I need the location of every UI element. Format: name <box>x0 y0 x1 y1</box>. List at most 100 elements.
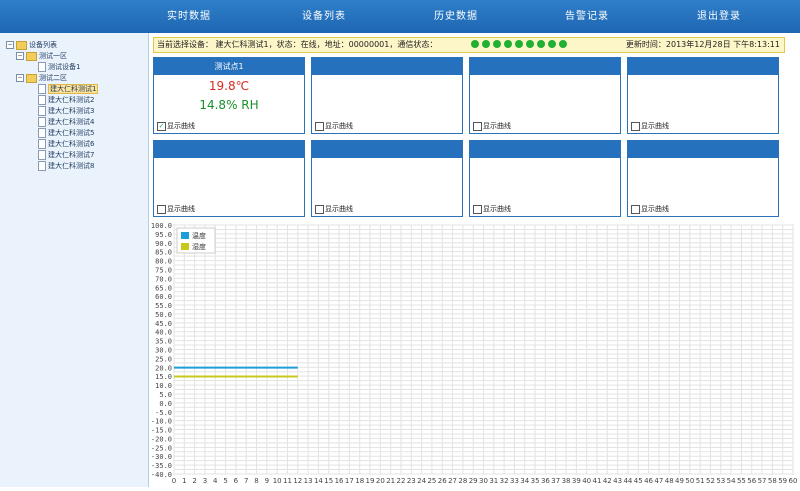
x-tick-label: 59 <box>778 477 787 485</box>
x-tick-label: 28 <box>458 477 467 485</box>
show-curve-checkbox[interactable] <box>631 121 640 131</box>
tree-device-zone1-1[interactable]: 测试设备1 <box>38 62 80 73</box>
x-tick-label: 42 <box>603 477 612 485</box>
y-tick-label: 30.0 <box>155 347 172 355</box>
show-curve-toggle[interactable]: 显示曲线 <box>473 204 511 214</box>
legend-swatch <box>181 243 189 250</box>
document-icon <box>38 62 46 72</box>
tree-device-zone2-4[interactable]: 建大仁科测试4 <box>38 117 94 128</box>
show-curve-label: 显示曲线 <box>167 122 195 130</box>
document-icon <box>38 161 46 171</box>
show-curve-checkbox[interactable] <box>631 204 640 214</box>
sensor-card-title <box>312 141 462 158</box>
tree-root-label: 设备列表 <box>29 41 57 49</box>
tree-device-zone2-8[interactable]: 建大仁科测试8 <box>38 161 94 172</box>
tree-device-zone2-1[interactable]: 建大仁科测试1 <box>38 84 99 95</box>
status-dot-icon <box>559 40 567 48</box>
nav-realtime-data[interactable]: 实时数据 <box>134 0 244 33</box>
folder-icon <box>26 51 37 61</box>
show-curve-toggle[interactable]: 显示曲线 <box>631 204 669 214</box>
tree-zone2-label: 测试二区 <box>39 74 67 82</box>
folder-icon <box>16 40 27 50</box>
show-curve-label: 显示曲线 <box>325 205 353 213</box>
x-tick-label: 4 <box>213 477 218 485</box>
x-tick-label: 23 <box>407 477 416 485</box>
tree-device-label: 建大仁科测试5 <box>48 129 95 137</box>
x-tick-label: 12 <box>293 477 302 485</box>
show-curve-toggle[interactable]: 显示曲线 <box>315 204 353 214</box>
tree-device-zone2-5[interactable]: 建大仁科测试5 <box>38 128 94 139</box>
x-tick-label: 6 <box>234 477 239 485</box>
show-curve-toggle[interactable]: 显示曲线 <box>157 204 195 214</box>
x-tick-label: 10 <box>273 477 282 485</box>
y-tick-label: 20.0 <box>155 364 172 372</box>
show-curve-checkbox[interactable]: ✓ <box>157 121 166 131</box>
document-icon <box>38 84 46 94</box>
y-tick-label: 60.0 <box>155 293 172 301</box>
tree-device-label: 建大仁科测试4 <box>48 118 95 126</box>
y-tick-label: -10.0 <box>151 418 172 426</box>
sensor-card-title <box>470 58 620 75</box>
tree-device-label: 建大仁科测试7 <box>48 151 95 159</box>
collapse-icon[interactable]: − <box>16 52 24 60</box>
y-tick-label: -20.0 <box>151 435 172 443</box>
tree-device-label: 建大仁科测试6 <box>48 140 95 148</box>
sensor-card: 显示曲线 <box>311 57 463 134</box>
device-tree-panel: − 设备列表 − 测试一区 测试设备1 − 测试二区 建大仁科测试1 建大仁科测试2 … <box>0 33 149 487</box>
show-curve-toggle[interactable]: 显示曲线 <box>315 121 353 131</box>
nav-history-data[interactable]: 历史数据 <box>401 0 511 33</box>
tree-root[interactable]: − 设备列表 <box>6 40 57 51</box>
x-tick-label: 0 <box>172 477 176 485</box>
show-curve-label: 显示曲线 <box>641 122 669 130</box>
collapse-icon[interactable]: − <box>16 74 24 82</box>
x-tick-label: 56 <box>747 477 756 485</box>
y-tick-label: -5.0 <box>155 409 172 417</box>
x-tick-label: 35 <box>531 477 540 485</box>
nav-alarm-records[interactable]: 告警记录 <box>532 0 642 33</box>
show-curve-checkbox[interactable] <box>473 204 482 214</box>
x-tick-label: 50 <box>685 477 694 485</box>
show-curve-toggle[interactable]: ✓ 显示曲线 <box>157 121 195 131</box>
x-tick-label: 20 <box>376 477 385 485</box>
show-curve-toggle[interactable]: 显示曲线 <box>473 121 511 131</box>
show-curve-label: 显示曲线 <box>483 205 511 213</box>
x-tick-label: 9 <box>265 477 269 485</box>
document-icon <box>38 150 46 160</box>
tree-device-label: 建大仁科测试1 <box>48 84 99 94</box>
tree-zone2[interactable]: − 测试二区 <box>16 73 67 84</box>
status-dot-icon <box>548 40 556 48</box>
y-tick-label: 25.0 <box>155 355 172 363</box>
document-icon <box>38 128 46 138</box>
nav-device-list[interactable]: 设备列表 <box>269 0 379 33</box>
show-curve-toggle[interactable]: 显示曲线 <box>631 121 669 131</box>
temperature-value: 19.8℃ <box>208 79 250 93</box>
show-curve-checkbox[interactable] <box>315 204 324 214</box>
x-tick-label: 55 <box>737 477 746 485</box>
legend-label: 温度 <box>192 231 206 240</box>
x-tick-label: 3 <box>203 477 207 485</box>
y-tick-label: 0.0 <box>159 400 172 408</box>
tree-device-zone2-7[interactable]: 建大仁科测试7 <box>38 150 94 161</box>
tree-device-label: 建大仁科测试2 <box>48 96 95 104</box>
x-tick-label: 49 <box>675 477 684 485</box>
status-dot-icon <box>526 40 534 48</box>
x-tick-label: 17 <box>345 477 354 485</box>
y-tick-label: 35.0 <box>155 338 172 346</box>
collapse-icon[interactable]: − <box>6 41 14 49</box>
show-curve-checkbox[interactable] <box>315 121 324 131</box>
tree-zone1[interactable]: − 测试一区 <box>16 51 67 62</box>
x-tick-label: 52 <box>706 477 715 485</box>
x-tick-label: 18 <box>355 477 364 485</box>
x-tick-label: 32 <box>500 477 509 485</box>
nav-logout[interactable]: 退出登录 <box>664 0 774 33</box>
trend-chart: 100.0 95.0 90.0 85.0 80.0 75.0 70.0 65.0 60.0 55.… <box>148 220 800 487</box>
tree-device-zone2-6[interactable]: 建大仁科测试6 <box>38 139 94 150</box>
show-curve-checkbox[interactable] <box>157 204 166 214</box>
y-tick-label: 55.0 <box>155 302 172 310</box>
document-icon <box>38 95 46 105</box>
tree-device-zone2-3[interactable]: 建大仁科测试3 <box>38 106 94 117</box>
y-tick-label: -30.0 <box>151 453 172 461</box>
tree-device-zone2-2[interactable]: 建大仁科测试2 <box>38 95 94 106</box>
show-curve-checkbox[interactable] <box>473 121 482 131</box>
x-tick-label: 47 <box>654 477 663 485</box>
